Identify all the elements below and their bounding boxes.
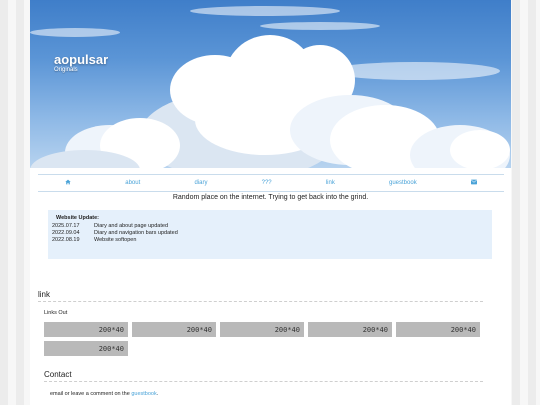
site-tagline: Random place on the internet. Trying to … [172,194,369,201]
nav-home[interactable] [65,179,71,187]
mail-icon [470,179,477,185]
divider [38,301,483,302]
contact-text-after: . [156,391,159,397]
page-container: aopulsar Originals about diary ??? link … [30,0,511,405]
link-button[interactable]: 200*40 [44,341,128,356]
update-text: Diary and navigation bars updated [94,230,178,236]
contact-section-title: Contact [44,370,72,379]
links-out-heading: Links Out [44,310,68,316]
nav-diary[interactable]: diary [194,180,207,186]
site-title: aopulsar [54,52,109,67]
update-date: 2025.07.17 [52,223,80,229]
nav-mystery[interactable]: ??? [262,180,272,186]
update-entry: 2025.07.17 Diary and about page updated [52,223,168,229]
link-button[interactable]: 200*40 [44,322,128,337]
update-heading: Website Update: [56,215,99,221]
update-text: Diary and about page updated [94,223,169,229]
update-box: Website Update: 2025.07.17 Diary and abo… [48,210,492,259]
update-date: 2022.09.04 [52,230,80,236]
link-button[interactable]: 200*40 [396,322,480,337]
update-entry: 2022.09.04 Diary and navigation bars upd… [52,230,178,236]
update-date: 2022.08.19 [52,237,80,243]
home-icon [65,179,71,185]
link-button[interactable]: 200*40 [132,322,216,337]
nav-guestbook[interactable]: guestbook [389,180,417,186]
contact-text-before: email or leave a comment on the [50,391,130,397]
update-entry: 2022.08.19 Website softopen [52,237,136,243]
navigation-bar: about diary ??? link guestbook [38,174,504,192]
nav-link[interactable]: link [326,180,335,186]
guestbook-link[interactable]: guestbook [131,391,156,397]
contact-text: email or leave a comment on the guestboo… [50,391,158,397]
link-section-title: link [38,290,51,299]
link-button[interactable]: 200*40 [308,322,392,337]
divider [44,381,483,382]
update-text: Website softopen [94,237,137,243]
header-banner: aopulsar Originals [30,0,511,168]
nav-about[interactable]: about [125,180,140,186]
site-subtitle: Originals [54,67,78,73]
link-button[interactable]: 200*40 [220,322,304,337]
nav-mail[interactable] [470,179,477,187]
